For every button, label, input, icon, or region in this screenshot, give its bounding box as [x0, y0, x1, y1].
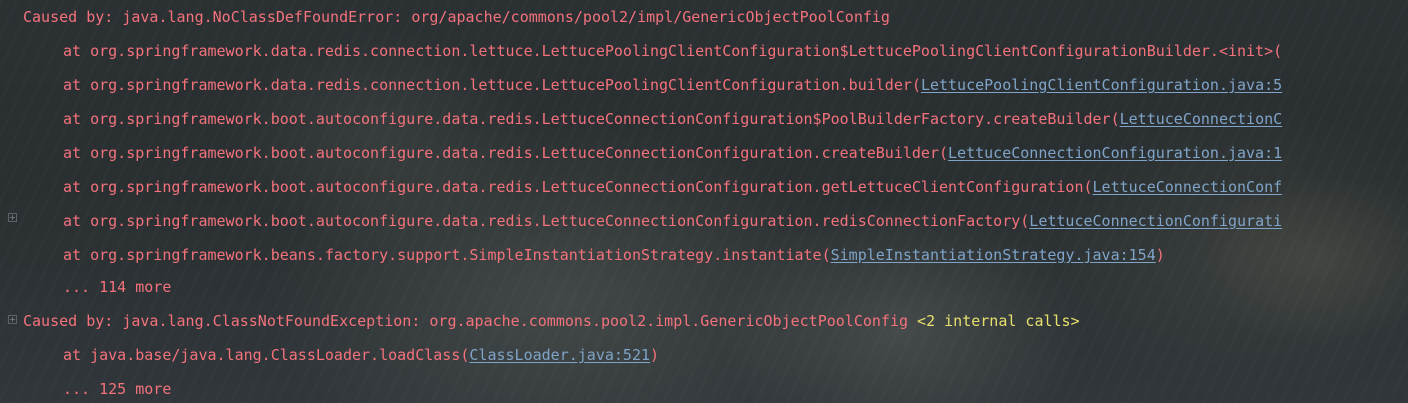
frame-suffix: )	[1155, 246, 1165, 264]
stack-trace-line: at org.springframework.boot.autoconfigur…	[0, 102, 1282, 136]
source-link[interactable]: LettuceConnectionConf	[1093, 178, 1283, 196]
source-link[interactable]: ClassLoader.java:521	[469, 346, 650, 364]
more-frames-text: ... 125 more	[63, 380, 172, 398]
source-link[interactable]: LettuceConnectionC	[1120, 110, 1283, 128]
source-link[interactable]: SimpleInstantiationStrategy.java:154	[831, 246, 1156, 264]
frame-text: at org.springframework.boot.autoconfigur…	[63, 144, 949, 162]
source-link[interactable]: LettuceConnectionConfiguration.java:1	[948, 144, 1282, 162]
stack-trace-line: at org.springframework.beans.factory.sup…	[0, 238, 1165, 272]
stack-trace-line: at org.springframework.data.redis.connec…	[0, 34, 1282, 68]
more-frames-text: ... 114 more	[63, 278, 172, 296]
cause-text: Caused by: java.lang.ClassNotFoundExcept…	[23, 312, 909, 330]
frame-text: at org.springframework.data.redis.connec…	[63, 76, 921, 94]
frame-text: at org.springframework.beans.factory.sup…	[63, 246, 831, 264]
cause-text: Caused by: java.lang.NoClassDefFoundErro…	[23, 8, 890, 26]
frame-text: at java.base/java.lang.ClassLoader.loadC…	[63, 346, 470, 364]
frame-text: at org.springframework.boot.autoconfigur…	[63, 178, 1093, 196]
stack-trace-line: at java.base/java.lang.ClassLoader.loadC…	[0, 338, 659, 372]
frame-suffix: )	[650, 346, 660, 364]
frame-text: at org.springframework.data.redis.connec…	[63, 42, 1283, 60]
internal-calls-link[interactable]: <2 internal calls>	[917, 312, 1080, 330]
stack-trace-line: Caused by: java.lang.ClassNotFoundExcept…	[0, 304, 1080, 338]
console-output: Caused by: java.lang.NoClassDefFoundErro…	[0, 0, 1408, 403]
stack-trace-line: ... 114 more	[0, 270, 171, 304]
stack-trace-line: at org.springframework.boot.autoconfigur…	[0, 136, 1282, 170]
frame-text: at org.springframework.boot.autoconfigur…	[63, 212, 1030, 230]
stack-trace-line: Caused by: java.lang.NoClassDefFoundErro…	[0, 0, 890, 34]
source-link[interactable]: LettuceConnectionConfigurati	[1029, 212, 1282, 230]
source-link[interactable]: LettucePoolingClientConfiguration.java:5	[921, 76, 1282, 94]
stack-trace-line: ... 125 more	[0, 372, 171, 403]
stack-trace-line: at org.springframework.boot.autoconfigur…	[0, 170, 1282, 204]
stack-trace-line: at org.springframework.boot.autoconfigur…	[0, 204, 1282, 238]
frame-text: at org.springframework.boot.autoconfigur…	[63, 110, 1120, 128]
stack-trace-line: at org.springframework.data.redis.connec…	[0, 68, 1282, 102]
